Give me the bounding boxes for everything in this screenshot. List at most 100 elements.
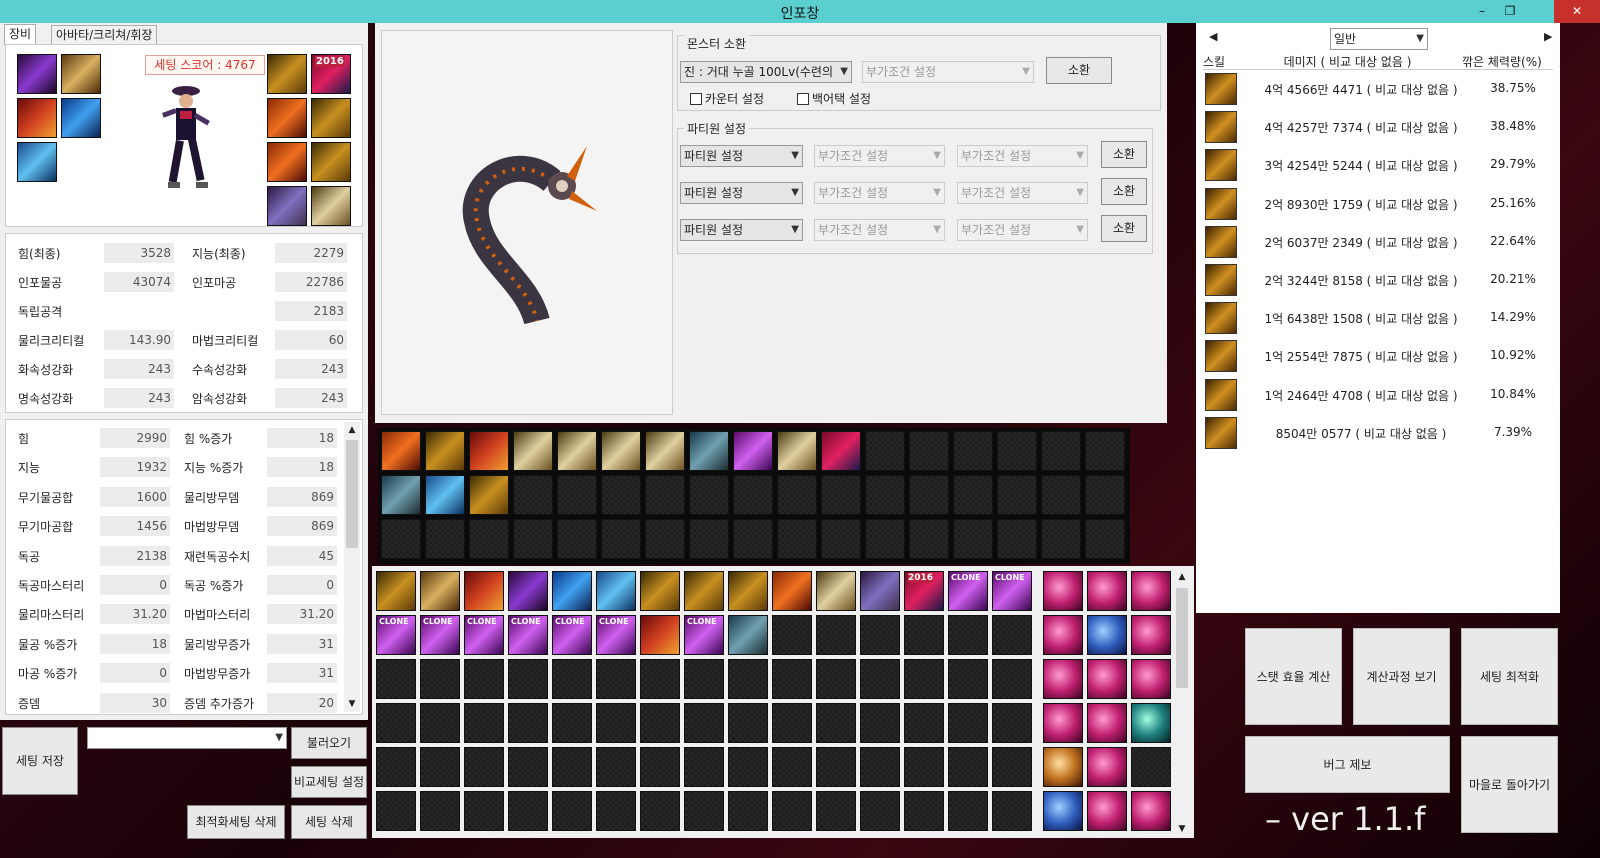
empty-slot[interactable]	[860, 659, 900, 699]
empty-slot[interactable]	[992, 659, 1032, 699]
party-summon-button[interactable]: 소환	[1101, 178, 1147, 205]
inventory-item[interactable]	[772, 571, 812, 611]
orb-item[interactable]	[1043, 703, 1083, 743]
load-button[interactable]: 불러오기	[291, 727, 367, 759]
scroll-thumb[interactable]	[1176, 588, 1188, 688]
setting-select[interactable]: ▼	[87, 727, 287, 749]
inventory-item[interactable]	[464, 571, 504, 611]
inventory-item[interactable]	[684, 571, 724, 611]
empty-slot[interactable]	[948, 747, 988, 787]
orb-item[interactable]	[1131, 659, 1171, 699]
buff-icon[interactable]	[557, 431, 597, 471]
empty-slot[interactable]	[728, 747, 768, 787]
buff-icon[interactable]	[821, 431, 861, 471]
orb-item[interactable]	[1131, 703, 1171, 743]
empty-slot[interactable]	[640, 791, 680, 831]
mode-select[interactable]: 일반 ▼	[1330, 28, 1428, 50]
empty-slot[interactable]	[464, 659, 504, 699]
scroll-up-icon[interactable]: ▲	[344, 422, 360, 438]
buff-icon[interactable]	[733, 431, 773, 471]
empty-slot[interactable]	[420, 703, 460, 743]
equip-slot[interactable]	[61, 98, 101, 138]
equip-slot[interactable]	[311, 142, 351, 182]
empty-slot[interactable]	[860, 703, 900, 743]
empty-slot[interactable]	[508, 791, 548, 831]
empty-slot[interactable]	[992, 615, 1032, 655]
equip-slot[interactable]	[61, 54, 101, 94]
empty-slot[interactable]	[552, 747, 592, 787]
inventory-item[interactable]	[728, 615, 768, 655]
scrollbar[interactable]: ▲ ▼	[344, 422, 360, 712]
inventory-item[interactable]	[596, 571, 636, 611]
empty-slot[interactable]	[640, 703, 680, 743]
inventory-item[interactable]: CLONE	[552, 615, 592, 655]
empty-slot[interactable]	[772, 747, 812, 787]
inventory-item[interactable]	[816, 571, 856, 611]
empty-slot[interactable]	[684, 791, 724, 831]
empty-slot[interactable]	[376, 747, 416, 787]
stat-efficiency-button[interactable]: 스탯 효율 계산	[1245, 628, 1342, 725]
equip-slot[interactable]	[267, 98, 307, 138]
empty-slot[interactable]	[376, 659, 416, 699]
empty-slot[interactable]	[640, 747, 680, 787]
inventory-item[interactable]	[376, 571, 416, 611]
equip-slot[interactable]	[17, 98, 57, 138]
inventory-item[interactable]: CLONE	[420, 615, 460, 655]
orb-item[interactable]	[1043, 659, 1083, 699]
backattack-checkbox[interactable]: 백어택 설정	[797, 90, 871, 107]
return-town-button[interactable]: 마을로 돌아가기	[1461, 736, 1558, 833]
empty-slot[interactable]	[376, 703, 416, 743]
orb-item[interactable]	[1043, 747, 1083, 787]
empty-slot[interactable]	[376, 791, 416, 831]
empty-slot[interactable]	[772, 659, 812, 699]
empty-slot[interactable]	[904, 659, 944, 699]
scroll-up-icon[interactable]: ▲	[1174, 572, 1190, 582]
equip-slot[interactable]	[17, 142, 57, 182]
delete-optimized-button[interactable]: 최적화세팅 삭제	[187, 805, 285, 839]
scroll-down-icon[interactable]: ▼	[344, 696, 360, 712]
buff-icon[interactable]	[469, 475, 509, 515]
empty-slot[interactable]	[596, 659, 636, 699]
buff-icon[interactable]	[425, 475, 465, 515]
empty-slot[interactable]	[904, 747, 944, 787]
empty-slot[interactable]	[904, 703, 944, 743]
buff-icon[interactable]	[777, 431, 817, 471]
buff-icon[interactable]	[381, 431, 421, 471]
empty-slot[interactable]	[948, 703, 988, 743]
monster-condition-select[interactable]: 부가조건 설정 ▼	[862, 61, 1034, 83]
empty-slot[interactable]	[1131, 747, 1171, 787]
view-calculation-button[interactable]: 계산과정 보기	[1353, 628, 1450, 725]
inventory-item[interactable]: CLONE	[948, 571, 988, 611]
minimize-icon[interactable]: –	[1468, 0, 1496, 23]
delete-setting-button[interactable]: 세팅 삭제	[291, 805, 367, 839]
empty-slot[interactable]	[464, 791, 504, 831]
inventory-item[interactable]	[728, 571, 768, 611]
next-icon[interactable]: ▶	[1544, 30, 1552, 43]
empty-slot[interactable]	[816, 703, 856, 743]
inventory-item[interactable]: 2016	[904, 571, 944, 611]
scroll-thumb[interactable]	[346, 440, 358, 548]
empty-slot[interactable]	[684, 703, 724, 743]
party-member-select[interactable]: 파티원 설정 ▼	[680, 219, 803, 241]
party-condition-select[interactable]: 부가조건 설정 ▼	[957, 219, 1088, 241]
buff-icon[interactable]	[645, 431, 685, 471]
empty-slot[interactable]	[596, 747, 636, 787]
empty-slot[interactable]	[948, 791, 988, 831]
tab-avatar[interactable]: 아바타/크리쳐/휘장	[51, 25, 158, 45]
inventory-scrollbar[interactable]: ▲ ▼	[1174, 572, 1190, 834]
counter-checkbox[interactable]: 카운터 설정	[690, 90, 764, 107]
empty-slot[interactable]	[904, 615, 944, 655]
inventory-item[interactable]	[640, 615, 680, 655]
equip-slot[interactable]	[267, 54, 307, 94]
monster-summon-button[interactable]: 소환	[1046, 57, 1112, 84]
optimize-setting-button[interactable]: 세팅 최적화	[1461, 628, 1558, 725]
buff-icon[interactable]	[425, 431, 465, 471]
empty-slot[interactable]	[816, 747, 856, 787]
orb-item[interactable]	[1087, 703, 1127, 743]
buff-icon[interactable]	[601, 431, 641, 471]
inventory-item[interactable]	[508, 571, 548, 611]
party-condition-select[interactable]: 부가조건 설정 ▼	[814, 219, 945, 241]
empty-slot[interactable]	[508, 703, 548, 743]
empty-slot[interactable]	[904, 791, 944, 831]
save-setting-button[interactable]: 세팅 저장	[2, 727, 78, 795]
